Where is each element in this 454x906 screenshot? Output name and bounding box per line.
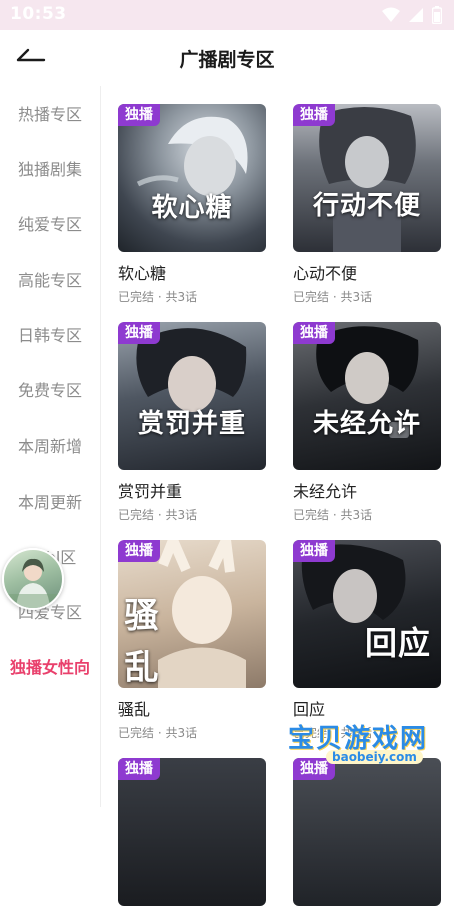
sidebar-item-updated-this-week[interactable]: 本周更新: [0, 491, 100, 515]
cover-title-text: 骚 乱: [122, 590, 162, 688]
exclusive-badge: 独播: [118, 322, 160, 344]
drama-card[interactable]: 独播 赏罚并重 赏罚并重 已完结 · 共3话: [118, 322, 266, 522]
drama-status: 已完结 · 共3话: [293, 508, 373, 522]
sidebar-item-jp-kr[interactable]: 日韩专区: [0, 324, 100, 348]
status-time: 10:53: [10, 4, 67, 24]
drama-cover: 独播: [293, 758, 441, 906]
drama-cover: 独播: [118, 758, 266, 906]
drama-card[interactable]: 独播 回应 回应 已完结 · 共3话: [293, 540, 441, 740]
page-title: 广播剧专区: [179, 49, 275, 71]
site-watermark: 宝贝游戏网 baobeiy.com: [282, 716, 452, 772]
wifi-icon: [382, 7, 400, 22]
cover-title-text: 回应: [364, 624, 431, 662]
cover-illustration: [136, 116, 248, 196]
cover-title-text: 软心糖: [151, 193, 233, 223]
drama-status: 已完结 · 共3话: [118, 290, 198, 304]
drama-title: 未经允许: [293, 482, 358, 501]
battery-icon: [432, 6, 442, 24]
header: 广播剧专区: [0, 30, 454, 86]
drama-cover: 独播 未经允许: [293, 322, 441, 470]
sidebar-item-hot[interactable]: 热播专区: [0, 103, 100, 127]
exclusive-badge: 独播: [118, 758, 160, 780]
drama-title: 赏罚并重: [118, 482, 183, 501]
drama-card[interactable]: 独播 骚 乱 骚乱 已完结 · 共3话: [118, 540, 266, 740]
drama-cover: 独播 行动不便: [293, 104, 441, 252]
drama-status: 已完结 · 共3话: [118, 508, 198, 522]
exclusive-badge: 独播: [293, 540, 335, 562]
sidebar-item-exclusive-female[interactable]: 独播女性向: [0, 656, 100, 680]
drama-cover: 独播 骚 乱: [118, 540, 266, 688]
status-bar: 10:53: [0, 0, 454, 30]
sidebar-item-new-this-week[interactable]: 本周新增: [0, 435, 100, 459]
sidebar-item-high-energy[interactable]: 高能专区: [0, 269, 100, 293]
drama-card[interactable]: 独播 软心糖 软心糖 已完结 · 共3话: [118, 104, 266, 304]
cover-illustration: [301, 544, 406, 623]
drama-title: 心动不便: [293, 264, 358, 283]
cover-illustration: [316, 326, 419, 438]
signal-icon: [409, 8, 423, 22]
cover-illustration: [319, 106, 416, 252]
cover-title-char: 骚: [124, 596, 160, 636]
cover-illustration: [136, 328, 247, 412]
cover-title-text: 行动不便: [312, 191, 421, 221]
cover-title-text: 赏罚并重: [137, 409, 246, 439]
exclusive-badge: 独播: [118, 104, 160, 126]
drama-cover: 独播 回应: [293, 540, 441, 688]
exclusive-badge: 独播: [293, 322, 335, 344]
drama-card[interactable]: 独播 未经允许 未经允许 已完结 · 共3话: [293, 322, 441, 522]
drama-card[interactable]: 独播: [293, 758, 441, 906]
drama-title: 软心糖: [118, 264, 167, 283]
drama-card[interactable]: 独播 行动不便 心动不便 已完结 · 共3话: [293, 104, 441, 304]
exclusive-badge: 独播: [118, 540, 160, 562]
exclusive-badge: 独播: [293, 104, 335, 126]
avatar-illustration: [4, 558, 62, 608]
watermark-url: baobeiy.com: [326, 750, 423, 764]
drama-status: 已完结 · 共3话: [293, 290, 373, 304]
cover-title-char: 乱: [124, 648, 160, 688]
sidebar-item-exclusive-series[interactable]: 独播剧集: [0, 158, 100, 182]
sidebar-item-pure-love[interactable]: 纯爱专区: [0, 213, 100, 237]
drama-cover: 独播 赏罚并重: [118, 322, 266, 470]
cover-title-text: 未经允许: [312, 409, 421, 439]
drama-cover: 独播 软心糖: [118, 104, 266, 252]
floating-avatar[interactable]: [2, 548, 64, 610]
category-sidebar: 热播专区 独播剧集 纯爱专区 高能专区 日韩专区 免费专区 本周新增 本周更新 …: [0, 86, 101, 807]
drama-title: 骚乱: [118, 700, 151, 719]
sidebar-item-free[interactable]: 免费专区: [0, 379, 100, 403]
drama-card[interactable]: 独播: [118, 758, 266, 906]
drama-status: 已完结 · 共3话: [118, 726, 198, 740]
status-icons: [382, 6, 442, 24]
